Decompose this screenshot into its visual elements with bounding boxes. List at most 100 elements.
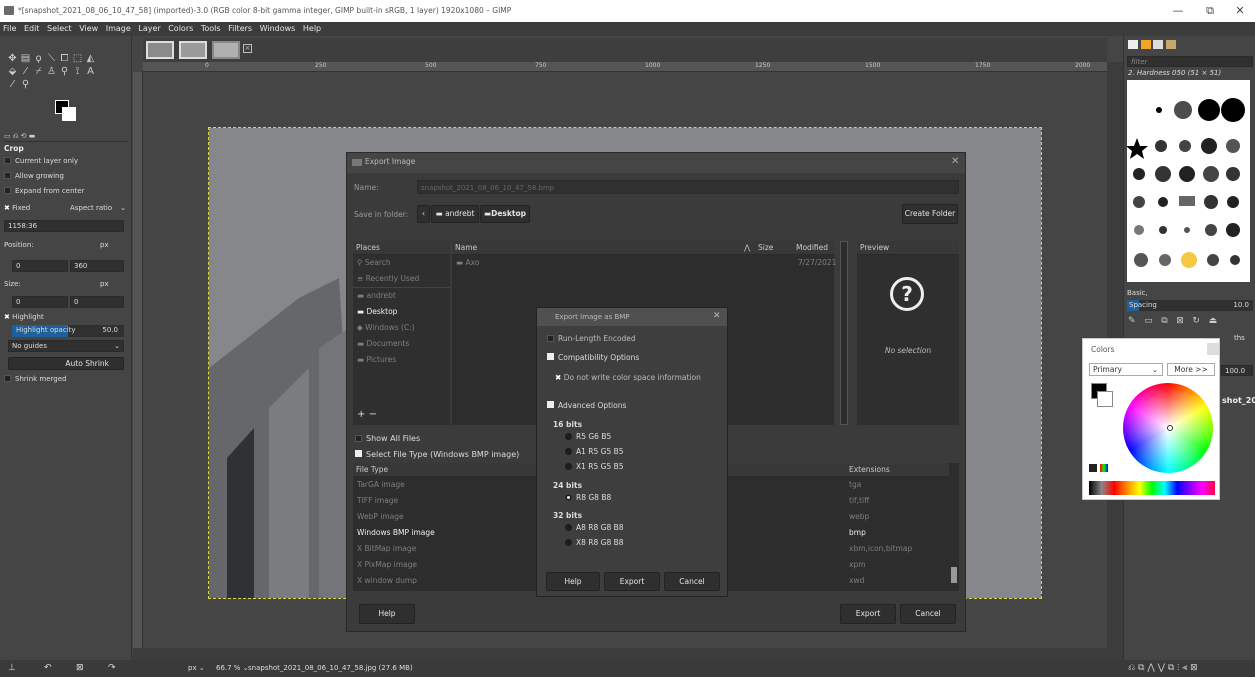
radio-r8g8b8[interactable]: R8 G8 B8 [565,493,611,502]
col-name[interactable]: Name [455,243,477,252]
image-thumbnail-tab[interactable] [212,41,240,59]
breadcrumb-andrebt[interactable]: ▬ andrebt [431,205,479,223]
color-wheel[interactable] [1123,383,1213,473]
show-all-files-checkbox[interactable]: Show All Files [355,434,420,443]
smudge-tool-icon[interactable]: ⚲ [58,65,71,78]
paths-tab[interactable]: ths [1234,334,1245,342]
text-tool-icon[interactable]: A [84,65,97,78]
radio-a8r8g8b8[interactable]: A8 R8 G8 B8 [565,523,624,532]
fixed-aspect-row[interactable]: ✖ Fixed Aspect ratio ⌄ [4,202,128,215]
files-scrollbar[interactable] [840,241,848,425]
position-y-field[interactable]: 360 [70,260,124,272]
position-unit-select[interactable]: px [100,241,109,249]
filetype-scrollbar[interactable] [949,463,959,591]
color-picker-icon[interactable]: ⁄ [6,78,19,91]
size-unit-select[interactable]: px [100,280,109,288]
current-layer-only-checkbox[interactable]: Current layer only [4,155,128,168]
bmp-help-button[interactable]: Help [546,572,600,591]
brush-filter-input[interactable]: filter [1127,56,1253,67]
edit-brush-icon[interactable]: ✎ [1128,316,1136,326]
move-tool-icon[interactable]: ✥ [6,52,19,65]
expand-from-center-checkbox[interactable]: Expand from center [4,185,128,198]
minimize-button[interactable]: — [1160,0,1196,22]
size-width-field[interactable]: 0 [12,296,68,308]
redo-icon[interactable]: ↷ [108,660,116,677]
places-desktop[interactable]: ▬ Desktop [353,304,450,320]
allow-growing-checkbox[interactable]: Allow growing [4,170,128,183]
bmp-export-button[interactable]: Export [604,572,660,591]
radio-x1r5g5b5[interactable]: X1 R5 G5 B5 [565,462,624,471]
duplicate-brush-icon[interactable]: ⧉ [1161,316,1167,326]
clone-tool-icon[interactable]: ♙ [45,65,58,78]
align-tool-icon[interactable]: ▤ [19,52,32,65]
breadcrumb-desktop[interactable]: ▬Desktop [480,205,530,223]
new-brush-icon[interactable]: ▭ [1144,316,1153,326]
lasso-tool-icon[interactable]: ϙ [32,52,45,65]
highlight-checkbox[interactable]: ✖ Highlight [4,311,128,324]
export-help-button[interactable]: Help [359,604,415,624]
guides-select[interactable]: No guides ⌄ [8,340,124,352]
paths-tool-icon[interactable]: ⟟ [71,65,84,78]
places-pictures[interactable]: ▬ Pictures [353,352,450,368]
file-row[interactable]: ▬ Axo 7/27/2021 [452,255,836,271]
radio-r5g6b5[interactable]: R5 G6 B5 [565,432,611,441]
close-export-dialog-icon[interactable]: ✕ [951,156,959,167]
image-tab-label[interactable]: shot_202 [1222,396,1255,405]
places-recent[interactable]: ≡ Recently Used [353,271,450,287]
menu-file[interactable]: File [3,24,16,33]
advanced-options-expander[interactable]: Advanced Options [547,401,626,410]
menu-select[interactable]: Select [47,24,72,33]
create-folder-button[interactable]: Create Folder [902,204,958,224]
image-thumbnail-tab[interactable] [146,41,174,59]
export-cancel-button[interactable]: Cancel [900,604,956,624]
no-colorspace-checkbox[interactable]: ✖ Do not write color space information [555,373,701,382]
sort-up-icon[interactable]: ⋀ [744,241,750,254]
transform-tool-icon[interactable]: ⬚ [71,52,84,65]
add-bookmark-button[interactable]: + [357,409,365,420]
auto-shrink-button[interactable]: Auto Shrink [8,357,124,370]
zoom-select[interactable]: 66.7 % ⌄ [216,660,249,677]
bucket-tool-icon[interactable]: ⬙ [6,65,19,78]
canvas-horizontal-scrollbar[interactable] [133,648,1107,660]
brushes-grid[interactable] [1126,80,1250,282]
menu-filters[interactable]: Filters [228,24,252,33]
export-button[interactable]: Export [840,604,896,624]
menu-image[interactable]: Image [106,24,131,33]
spacing-slider[interactable]: Spacing 10.0 [1127,300,1253,311]
menu-help[interactable]: Help [303,24,321,33]
menu-tools[interactable]: Tools [201,24,221,33]
image-thumbnail-tab[interactable] [179,41,207,59]
secondary-color-swatch[interactable] [1097,391,1113,407]
bg-color-swatch[interactable] [62,107,76,121]
color-history-palette[interactable] [1089,481,1215,495]
color-wheel-cursor[interactable] [1167,425,1173,431]
filename-field[interactable]: snapshot_2021_08_06_10_47_58.bmp [417,180,959,194]
menu-layer[interactable]: Layer [138,24,160,33]
zoom-field[interactable]: 100.0 [1221,365,1253,376]
palette-icon[interactable] [1099,464,1108,472]
radio-a1r5g5b5[interactable]: A1 R5 G5 B5 [565,447,624,456]
document-tab-icon[interactable] [1165,40,1176,49]
close-tab-icon[interactable]: × [243,44,252,53]
compat-options-expander[interactable]: Compatibility Options [547,353,639,362]
size-height-field[interactable]: 0 [70,296,124,308]
menu-windows[interactable]: Windows [260,24,296,33]
bmp-cancel-button[interactable]: Cancel [664,572,720,591]
brush-tab-icon[interactable] [1140,40,1151,49]
eraser-tool-icon[interactable]: ⌿ [32,65,45,78]
close-bmp-dialog-icon[interactable]: ✕ [713,311,721,321]
zoom-tool-icon[interactable]: ⚲ [19,78,32,91]
pattern-tab-icon[interactable] [1128,40,1138,49]
refresh-brush-icon[interactable]: ↻ [1192,316,1200,326]
remove-bookmark-button[interactable]: − [369,409,377,420]
places-windows-c[interactable]: ◆ Windows (C:) [353,320,450,336]
dock-bottom-icons[interactable]: ⎌ ⧉ ⋀ ⋁ ⧉ ⫶ ⫷ ⊠ [1128,660,1198,677]
paintbrush-tool-icon[interactable]: ⁄ [19,65,32,78]
font-tab-icon[interactable] [1153,40,1164,49]
shrink-merged-checkbox[interactable]: Shrink merged [4,373,128,386]
radio-x8r8g8b8[interactable]: X8 R8 G8 B8 [565,538,624,547]
places-documents[interactable]: ▬ Documents [353,336,450,352]
more-button[interactable]: More >> [1167,363,1215,376]
crop-tool-icon[interactable]: ⧠ [58,52,71,65]
col-size[interactable]: Size [758,241,773,254]
